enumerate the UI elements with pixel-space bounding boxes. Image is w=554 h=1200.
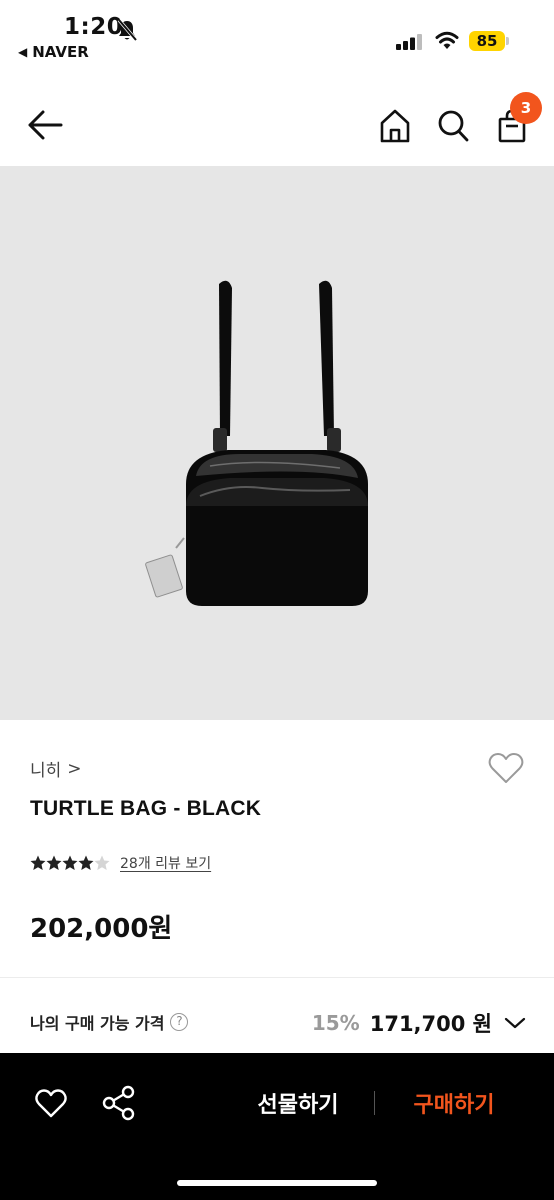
signal-icon (396, 34, 422, 50)
divider (0, 977, 554, 978)
home-indicator (177, 1180, 377, 1186)
heart-outline-icon[interactable] (487, 751, 525, 785)
share-icon[interactable] (102, 1085, 136, 1121)
rating-row: 28개 리뷰 보기 (30, 853, 211, 873)
button-separator (374, 1091, 375, 1115)
product-image[interactable] (0, 166, 554, 720)
sale-price: 171,700 원 (369, 1012, 492, 1036)
back-to-app-link[interactable]: ◀ NAVER (18, 43, 89, 61)
battery-indicator: 85 (469, 31, 505, 51)
product-price: 202,000원 (30, 914, 173, 944)
search-icon[interactable] (436, 108, 470, 144)
wifi-icon (435, 31, 459, 49)
brand-name: 니히 (30, 761, 62, 781)
my-price-text: 나의 구매 가능 가격 (30, 1014, 165, 1033)
brand-link[interactable]: 니히 > (30, 756, 82, 782)
discount-rate: 15% (311, 1011, 360, 1035)
bottom-action-bar: 선물하기 구매하기 (0, 1053, 554, 1200)
review-link[interactable]: 28개 리뷰 보기 (120, 853, 211, 873)
back-triangle-icon: ◀ (18, 45, 28, 59)
bag-photo (145, 280, 368, 606)
chevron-down-icon (504, 1017, 526, 1029)
back-app-label: NAVER (32, 43, 89, 61)
home-icon[interactable] (378, 108, 412, 144)
status-time: 1:20 (64, 14, 124, 40)
star-rating (30, 855, 110, 870)
cart-count-badge: 3 (510, 92, 542, 124)
buy-button[interactable]: 구매하기 (396, 1087, 512, 1119)
heart-icon[interactable] (34, 1087, 68, 1119)
top-nav (0, 90, 554, 166)
gift-button[interactable]: 선물하기 (240, 1087, 356, 1119)
my-price-label: 나의 구매 가능 가격 ? (30, 1010, 189, 1034)
chevron-right-icon: > (67, 758, 82, 779)
back-arrow-icon[interactable] (26, 108, 64, 142)
help-icon[interactable]: ? (170, 1013, 189, 1031)
status-bar: 1:20 ◀ NAVER 85 (0, 0, 554, 70)
bell-muted-icon (117, 18, 138, 42)
battery-tip (506, 37, 509, 45)
product-title: TURTLE BAG - BLACK (30, 797, 262, 820)
my-price-toggle[interactable]: 15% 171,700 원 (312, 1008, 526, 1038)
